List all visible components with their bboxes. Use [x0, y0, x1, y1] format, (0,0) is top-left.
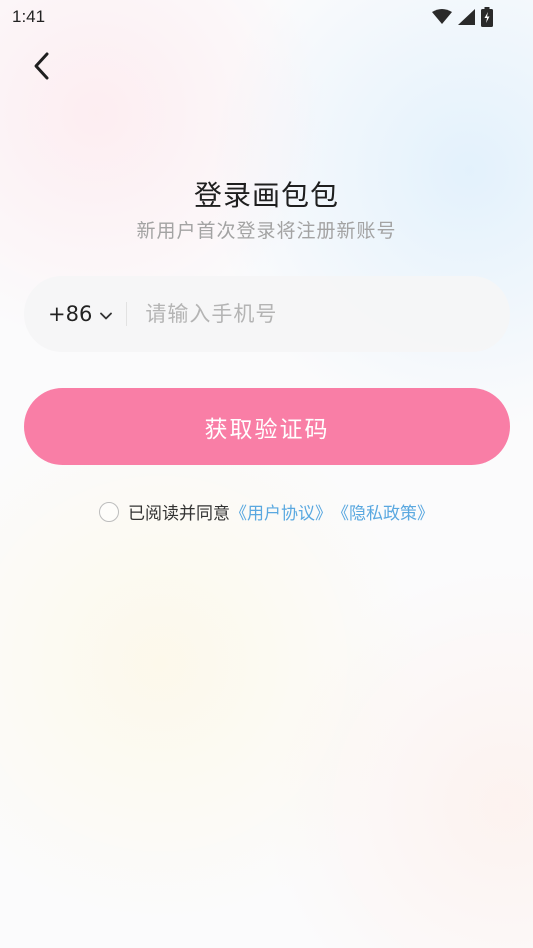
- back-button[interactable]: [24, 50, 60, 86]
- privacy-policy-link[interactable]: 《隐私政策》: [332, 499, 434, 524]
- wifi-icon: [432, 9, 452, 29]
- user-agreement-link[interactable]: 《用户协议》: [230, 499, 332, 524]
- page-title: 登录画包包: [193, 179, 339, 212]
- page-subtitle: 新用户首次登录将注册新账号: [136, 220, 397, 242]
- status-time: 1:41: [12, 7, 46, 26]
- input-divider: [126, 302, 128, 326]
- chevron-down-icon: [100, 305, 113, 324]
- phone-number-input[interactable]: [145, 276, 510, 352]
- status-icons: [432, 7, 493, 31]
- signal-icon: [458, 9, 475, 29]
- chevron-left-icon: [32, 51, 52, 85]
- background-gradient: [0, 0, 533, 948]
- battery-charging-icon: [481, 7, 493, 31]
- agreement-text: 已阅读并同意: [128, 504, 230, 524]
- agree-checkbox[interactable]: [99, 501, 119, 522]
- phone-input-row: +86: [24, 276, 510, 352]
- country-code-selector[interactable]: +86: [24, 276, 113, 352]
- agreement-row: 已阅读并同意 《用户协议》 《隐私政策》: [0, 499, 533, 524]
- country-code-label: +86: [48, 302, 93, 326]
- get-verification-code-button[interactable]: 获取验证码: [24, 388, 510, 465]
- status-bar: 1:41: [0, 0, 533, 36]
